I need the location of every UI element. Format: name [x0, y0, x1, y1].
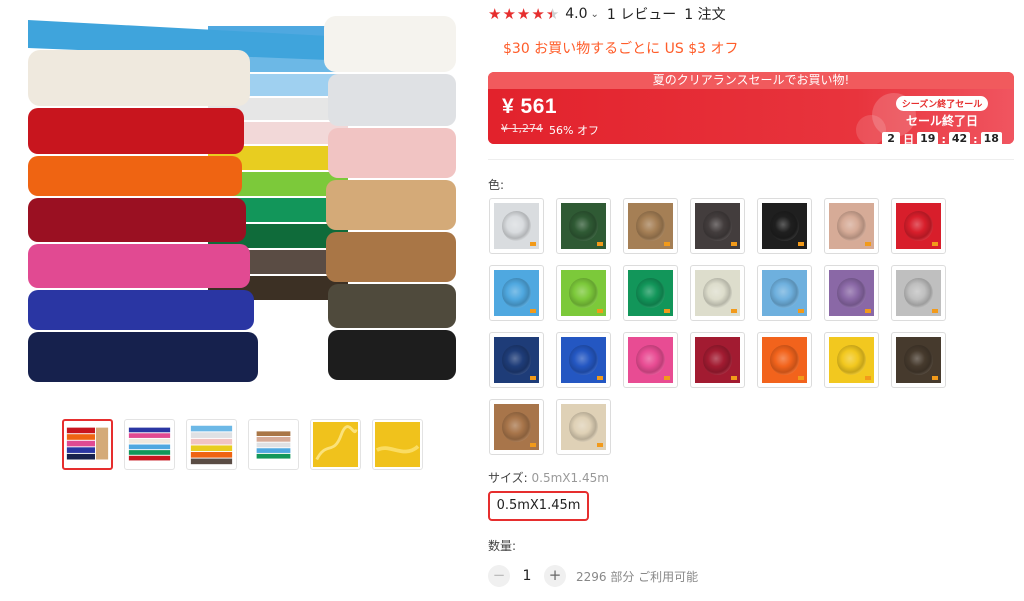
color-swatch[interactable]: [690, 332, 745, 388]
color-swatch-image: [829, 203, 874, 249]
color-swatch-image: [896, 203, 941, 249]
star-icon: ★: [516, 4, 531, 23]
color-swatch[interactable]: [556, 399, 611, 455]
thumbnail-4[interactable]: [248, 419, 299, 470]
thumbnail-5[interactable]: [310, 419, 361, 470]
color-swatch[interactable]: [556, 265, 611, 321]
countdown-days-unit: 日: [903, 133, 915, 144]
color-swatch-image: [494, 337, 539, 383]
color-swatch-image: [561, 270, 606, 316]
current-price: ¥ 561: [502, 95, 558, 118]
star-icon: ★: [488, 4, 502, 23]
sale-ends-label: セール終了日: [905, 114, 978, 128]
color-swatch[interactable]: [824, 265, 879, 321]
star-half-icon: ★: [545, 4, 560, 23]
thumbnail-1[interactable]: [62, 419, 113, 470]
countdown-days: 2: [882, 132, 901, 144]
color-swatch-image: [896, 270, 941, 316]
star-icon: ★: [502, 4, 516, 23]
color-swatch[interactable]: [489, 265, 544, 321]
color-swatch[interactable]: [891, 332, 946, 388]
color-swatch[interactable]: [489, 198, 544, 254]
coupon-text[interactable]: $30 お買い物するごとに US $3 オフ: [503, 38, 738, 58]
color-swatch[interactable]: [690, 198, 745, 254]
sale-countdown: シーズン終了セール セール終了日 2 日 19 : 42 : 18: [880, 92, 1004, 144]
color-swatch-image: [628, 203, 673, 249]
color-swatch-image: [762, 270, 807, 316]
discount-percent: 56% オフ: [549, 124, 599, 137]
color-swatch-image: [896, 337, 941, 383]
color-swatch-image: [561, 337, 606, 383]
color-swatch-image: [494, 404, 539, 450]
thumbnail-strip: [62, 419, 423, 470]
countdown-seconds: 18: [980, 132, 1002, 144]
quantity-plus-button[interactable]: +: [544, 565, 566, 587]
color-swatch[interactable]: [757, 265, 812, 321]
color-swatch-image: [628, 337, 673, 383]
countdown-minutes: 42: [948, 132, 971, 144]
main-product-image: [28, 8, 458, 388]
color-swatch[interactable]: [824, 332, 879, 388]
color-swatch[interactable]: [824, 198, 879, 254]
color-swatch[interactable]: [489, 332, 544, 388]
color-swatch[interactable]: [623, 332, 678, 388]
countdown-hours: 19: [917, 132, 939, 144]
color-swatch-image: [695, 337, 740, 383]
review-count[interactable]: 1 レビュー: [607, 4, 676, 24]
color-swatch[interactable]: [757, 198, 812, 254]
color-swatch[interactable]: [489, 399, 544, 455]
divider: [488, 159, 1014, 160]
color-swatch-image: [829, 270, 874, 316]
sale-banner: 夏のクリアランスセールでお買い物! ¥ 561 ¥ 1,274 56% オフ シ…: [488, 72, 1014, 144]
season-sale-tag: シーズン終了セール: [895, 96, 989, 111]
quantity-value[interactable]: 1: [520, 568, 534, 584]
chevron-down-icon[interactable]: ⌄: [591, 9, 599, 20]
rating-stars: ★ ★ ★ ★ ★: [488, 4, 560, 23]
color-swatch[interactable]: [891, 198, 946, 254]
color-label: 色:: [488, 178, 505, 192]
color-swatch-image: [494, 203, 539, 249]
color-swatch-image: [494, 270, 539, 316]
color-swatch-image: [762, 337, 807, 383]
rating-value[interactable]: 4.0: [565, 6, 587, 22]
color-swatch[interactable]: [891, 265, 946, 321]
color-swatch-image: [695, 270, 740, 316]
color-swatch[interactable]: [757, 332, 812, 388]
size-label: サイズ: 0.5mX1.45m: [488, 469, 609, 486]
size-selected-value: 0.5mX1.45m: [531, 471, 609, 485]
color-swatch-image: [695, 203, 740, 249]
color-swatch-grid: [489, 198, 959, 455]
thumbnail-3[interactable]: [186, 419, 237, 470]
color-swatch-image: [628, 270, 673, 316]
quantity-minus-button[interactable]: −: [488, 565, 510, 587]
countdown-separator: :: [973, 132, 978, 145]
color-swatch-image: [561, 404, 606, 450]
quantity-available: 2296 部分 ご利用可能: [576, 569, 699, 584]
color-swatch[interactable]: [623, 265, 678, 321]
sale-banner-title: 夏のクリアランスセールでお買い物!: [488, 72, 1014, 89]
quantity-label: 数量:: [488, 539, 517, 553]
quantity-stepper: − 1 + 2296 部分 ご利用可能: [488, 565, 698, 587]
color-swatch-image: [829, 337, 874, 383]
size-option-selected[interactable]: 0.5mX1.45m: [488, 491, 589, 521]
color-swatch[interactable]: [556, 332, 611, 388]
size-label-text: サイズ:: [488, 471, 528, 485]
color-swatch-image: [561, 203, 606, 249]
countdown-separator: :: [941, 132, 946, 145]
color-swatch-image: [762, 203, 807, 249]
thumbnail-6[interactable]: [372, 419, 423, 470]
color-swatch[interactable]: [556, 198, 611, 254]
color-swatch[interactable]: [690, 265, 745, 321]
star-icon: ★: [531, 4, 545, 23]
color-swatch[interactable]: [623, 198, 678, 254]
original-price: ¥ 1,274: [501, 122, 543, 135]
thumbnail-2[interactable]: [124, 419, 175, 470]
rating-row: ★ ★ ★ ★ ★ 4.0 ⌄ 1 レビュー 1 注文: [488, 4, 726, 24]
order-count: 1 注文: [684, 7, 726, 23]
